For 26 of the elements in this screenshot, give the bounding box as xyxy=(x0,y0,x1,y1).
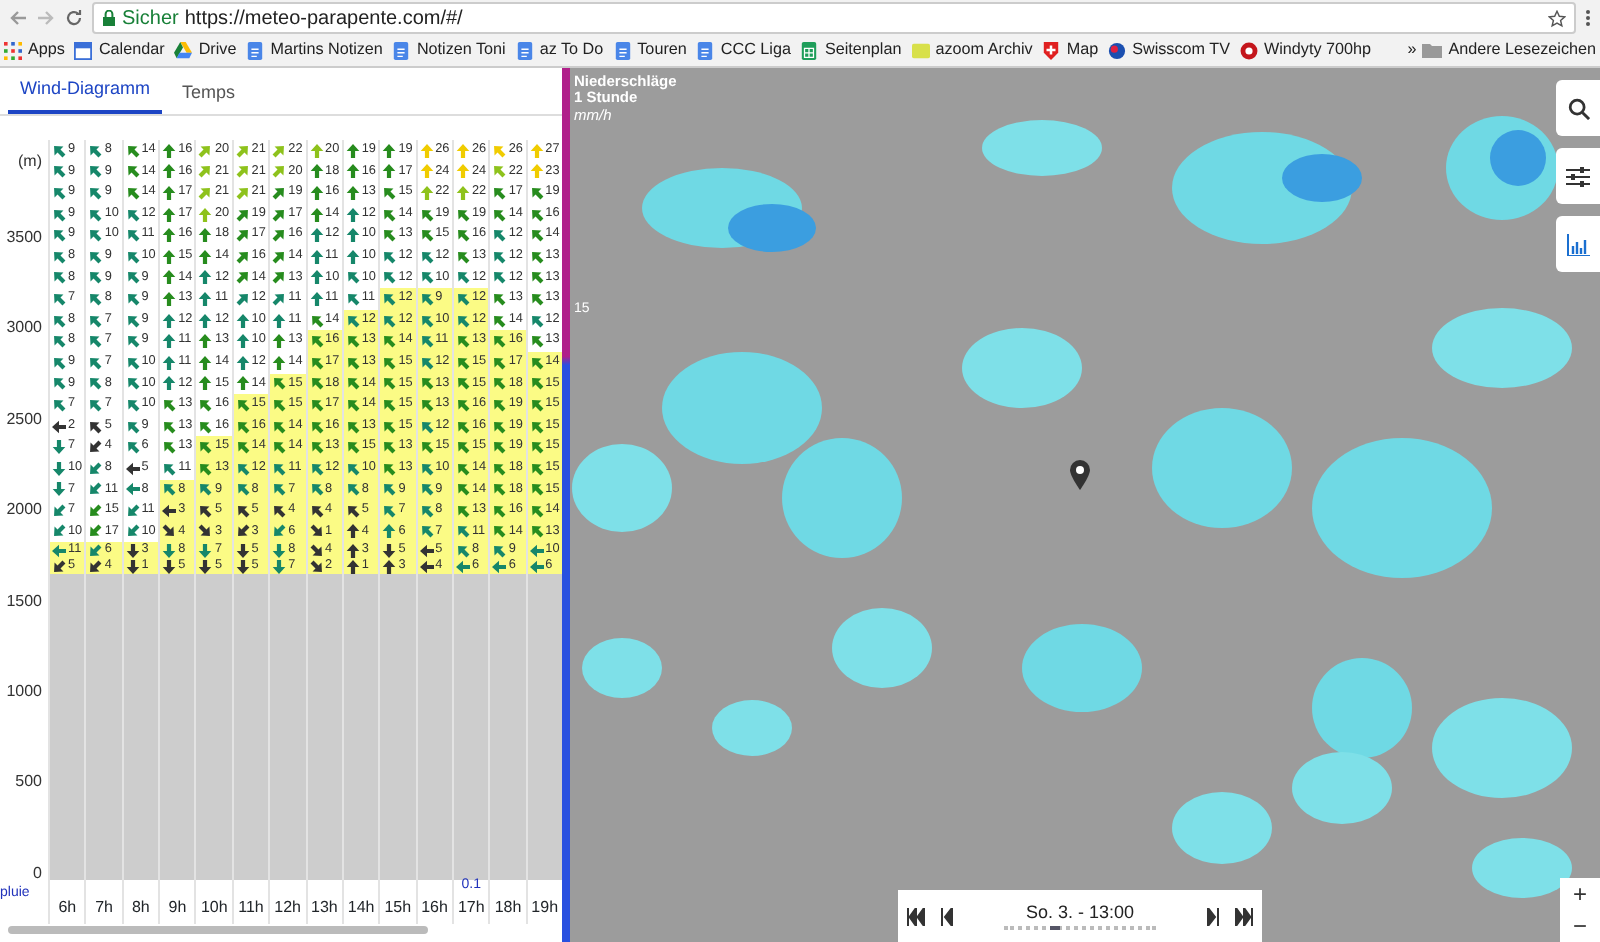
hour-label: 10h xyxy=(200,896,228,920)
hour-label: 7h xyxy=(95,896,113,920)
hour-label: 16h xyxy=(421,896,448,920)
altitude-label: 2000 xyxy=(6,500,42,521)
hour-label: 12h xyxy=(274,896,302,920)
time-label: So. 3. - 13:00 xyxy=(1025,899,1135,926)
hour-label: 11h xyxy=(238,896,264,920)
altitude-label: 500 xyxy=(15,772,42,793)
hour-label: 9h xyxy=(168,896,187,920)
secure-label: Sicher xyxy=(122,5,179,33)
unit-label: (m) xyxy=(18,152,42,172)
hour-label: 13h xyxy=(311,896,338,920)
altitude-label: 0 xyxy=(33,863,42,884)
hour-label: 19h xyxy=(531,896,559,920)
url-text: https://meteo-parapente.com/#/ xyxy=(184,5,463,33)
altitude-label: 1000 xyxy=(6,682,42,702)
altitude-label: 3000 xyxy=(6,318,42,339)
altitude-label: 3500 xyxy=(6,228,42,248)
hour-label: 6h xyxy=(58,896,77,920)
hour-label: 15h xyxy=(384,896,412,920)
hour-label: 17h xyxy=(457,896,485,920)
hour-label: 14h xyxy=(347,896,375,920)
altitude-label: 1500 xyxy=(6,591,42,612)
hour-label: 18h xyxy=(494,896,522,920)
hour-label: 8h xyxy=(131,896,150,920)
altitude-label: 2500 xyxy=(6,409,42,430)
